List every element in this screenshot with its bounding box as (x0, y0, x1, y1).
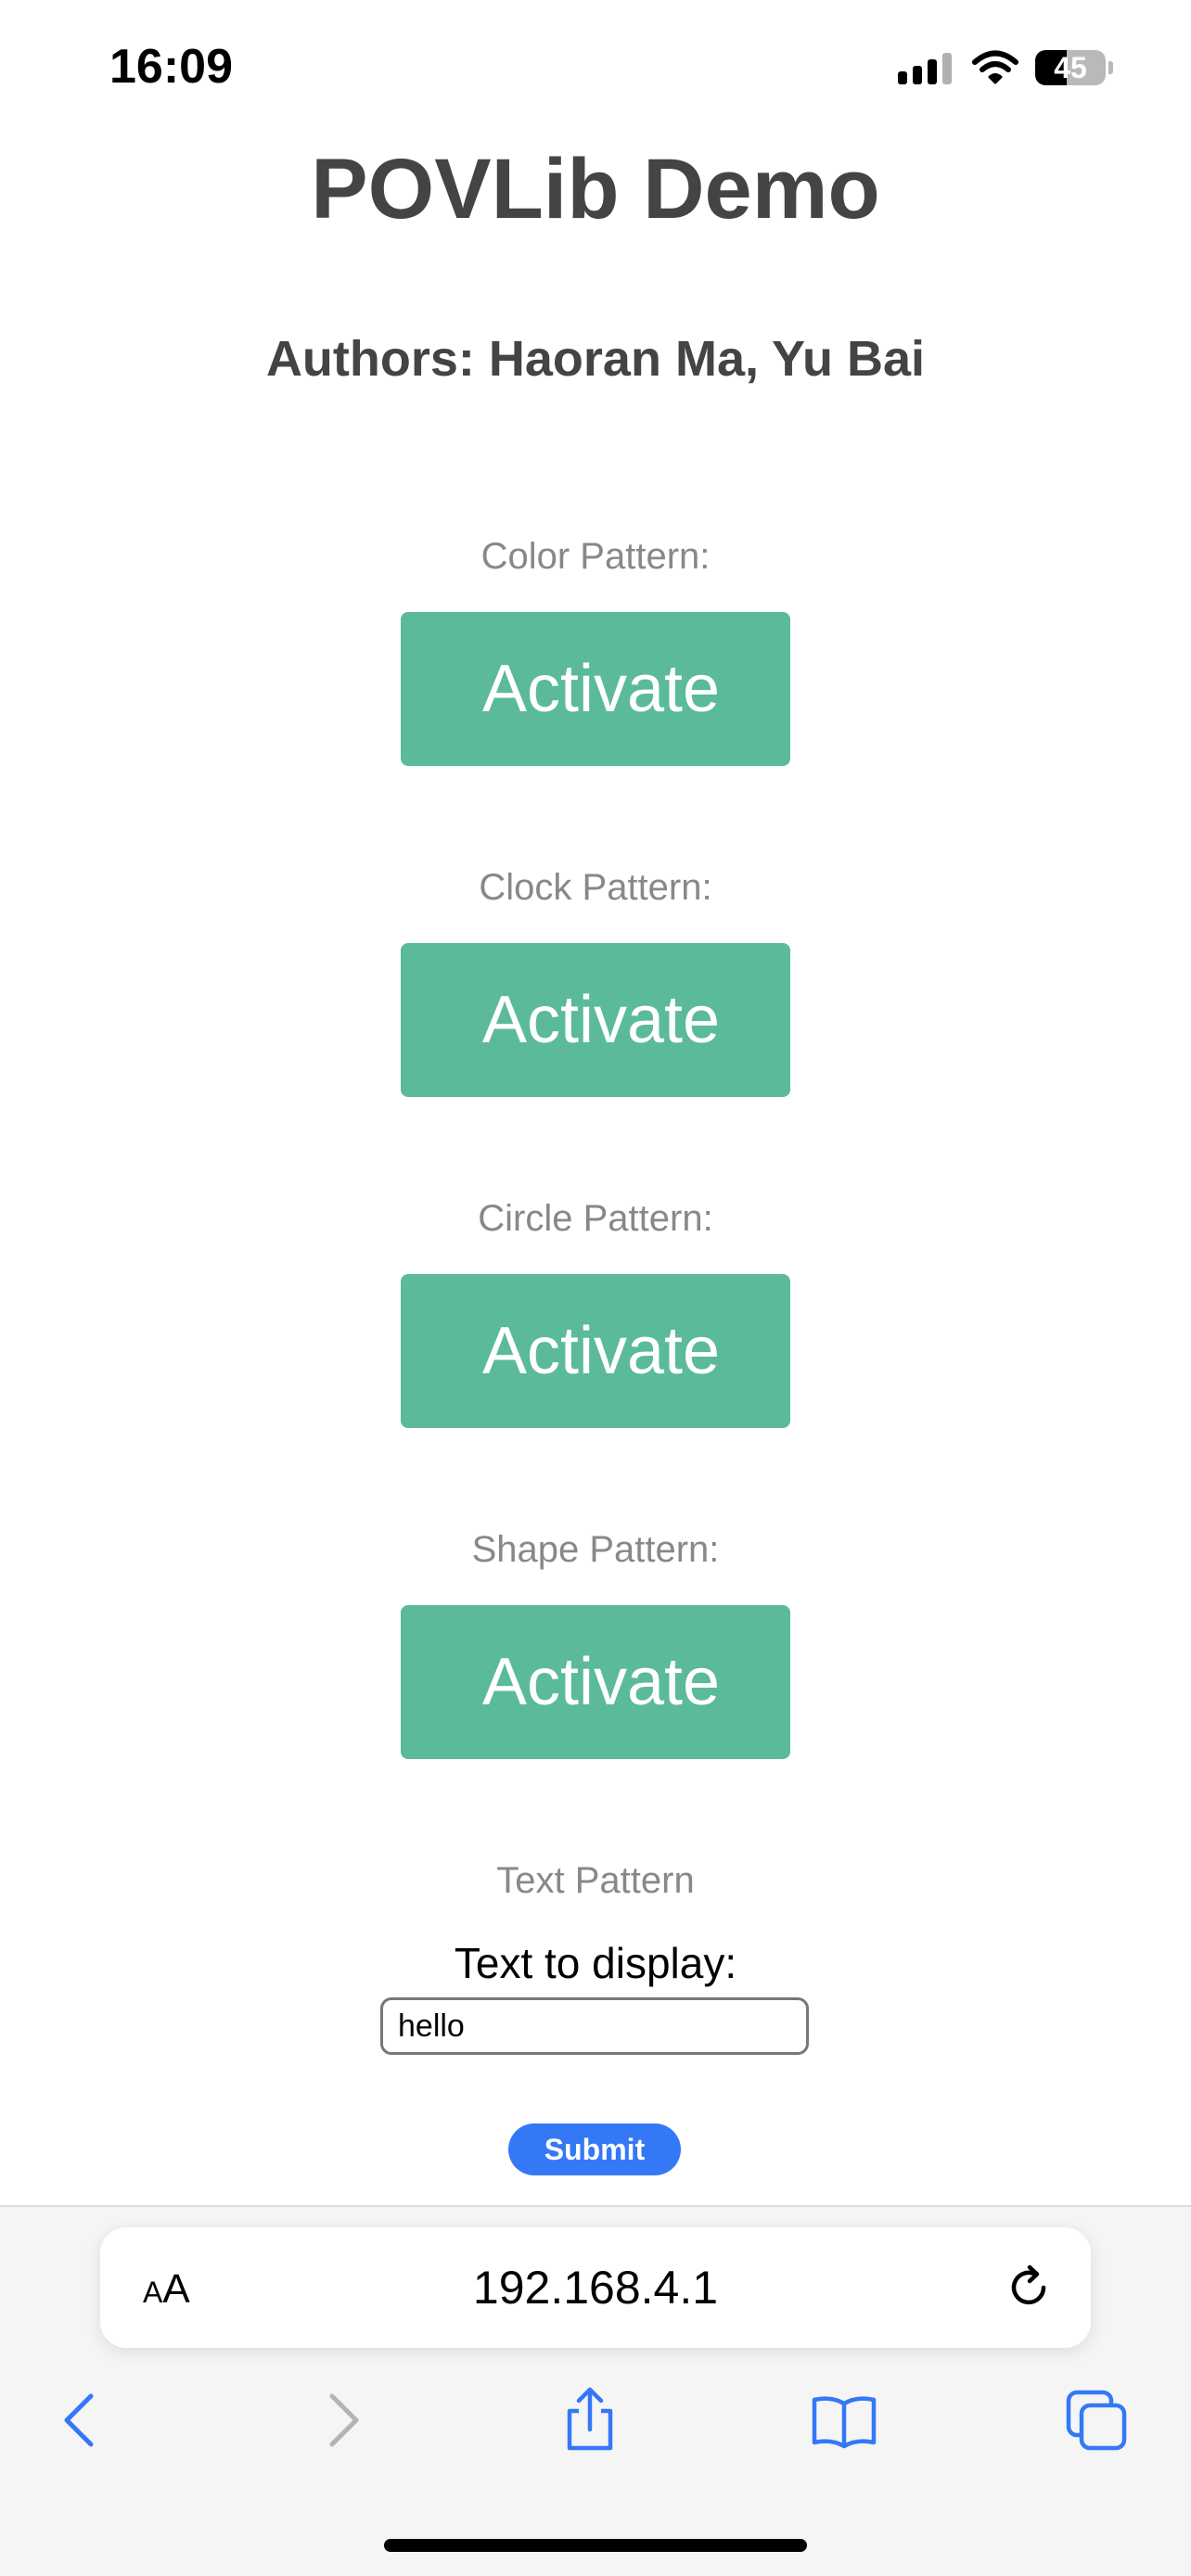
tabs-icon[interactable] (1061, 2385, 1132, 2455)
text-to-display-input[interactable] (380, 1997, 809, 2055)
shape-pattern-activate-button[interactable]: Activate (401, 1605, 790, 1759)
reload-icon[interactable] (1002, 2261, 1056, 2315)
text-pattern-label: Text Pattern (496, 1860, 695, 1901)
circle-pattern-activate-button[interactable]: Activate (401, 1274, 790, 1428)
clock-pattern-activate-button[interactable]: Activate (401, 943, 790, 1097)
page-title: POVLib Demo (311, 142, 880, 236)
forward-icon[interactable] (306, 2385, 377, 2455)
url-text[interactable]: 192.168.4.1 (100, 2261, 1091, 2315)
status-icons: 45 (898, 43, 1113, 93)
wifi-icon (972, 50, 1018, 84)
battery-level: 45 (1054, 50, 1087, 84)
circle-pattern-label: Circle Pattern: (478, 1198, 713, 1239)
battery-icon: 45 (1035, 50, 1106, 85)
bookmarks-icon[interactable] (809, 2385, 879, 2455)
home-indicator (384, 2539, 807, 2552)
submit-button[interactable]: Submit (508, 2123, 681, 2175)
authors-heading: Authors: Haoran Ma, Yu Bai (265, 331, 926, 387)
text-to-display-label: Text to display: (454, 1939, 737, 1987)
share-icon[interactable] (555, 2385, 625, 2455)
shape-pattern-label: Shape Pattern: (471, 1529, 720, 1570)
clock-pattern-label: Clock Pattern: (479, 867, 712, 908)
color-pattern-activate-button[interactable]: Activate (401, 612, 790, 766)
cellular-signal-icon (898, 51, 952, 84)
color-pattern-label: Color Pattern: (480, 536, 711, 577)
back-icon[interactable] (46, 2385, 117, 2455)
address-bar[interactable]: AA 192.168.4.1 (100, 2227, 1091, 2348)
status-time: 16:09 (109, 40, 233, 94)
